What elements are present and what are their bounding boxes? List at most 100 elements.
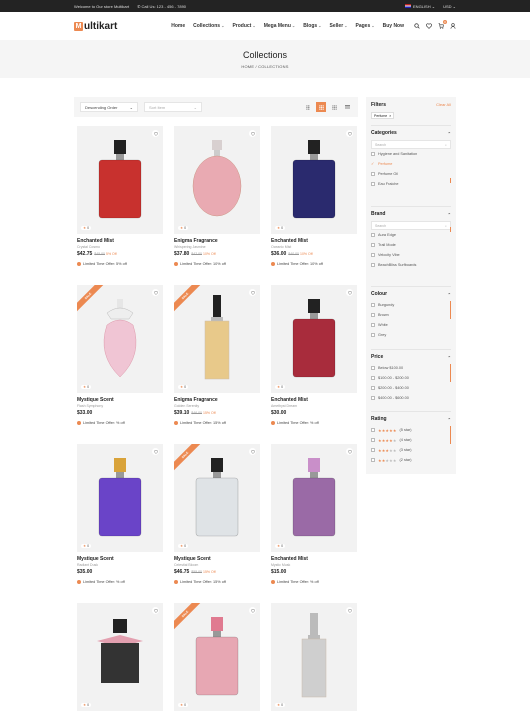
price-option[interactable]: $400.00 - $600.00 — [371, 393, 451, 403]
nav-item[interactable]: Blogs⌄ — [303, 23, 321, 29]
wishlist-heart-icon[interactable] — [346, 448, 353, 455]
wishlist-heart-icon[interactable] — [249, 130, 256, 137]
price-toggle[interactable]: Price ⌃ — [371, 354, 451, 360]
product-name[interactable]: Mystique Scent — [174, 556, 260, 562]
checkbox[interactable] — [371, 386, 375, 390]
product-image-wrap[interactable]: ★ 0 — [77, 603, 163, 711]
language-select[interactable]: ENGLISH ⌄ — [405, 4, 435, 9]
sort-order-select[interactable]: Descending Order ⌄ — [80, 102, 138, 112]
brand-option[interactable]: BeachBliss Surfboards — [371, 260, 451, 270]
product-name[interactable]: Enchanted Mist — [271, 556, 357, 562]
category-search-input[interactable]: Search ⌕ — [371, 140, 451, 149]
product-card[interactable]: ★ 0 Mystique Scent Radiant Dusk $35.00 Limit… — [77, 444, 163, 584]
wishlist-heart-icon[interactable] — [152, 448, 159, 455]
product-image-wrap[interactable]: ★ 0 — [271, 603, 357, 711]
nav-item[interactable]: Buy Now — [383, 23, 404, 29]
product-name[interactable]: Mystique Scent — [77, 397, 163, 403]
product-card[interactable]: SALE ★ 0 Mystique Scent Celestial Bloom $46.… — [174, 444, 260, 584]
product-image-wrap[interactable]: SALE ★ 0 — [174, 603, 260, 711]
rating-option[interactable]: ★★★★★ (3 star) — [371, 445, 451, 455]
product-image-wrap[interactable]: SALE ★ 0 — [77, 285, 163, 393]
rating-option[interactable]: ★★★★★ (5 star) — [371, 425, 451, 435]
checkbox[interactable] — [371, 376, 375, 380]
product-name[interactable]: Enigma Fragrance — [174, 238, 260, 244]
nav-item[interactable]: Pages⌄ — [356, 23, 375, 29]
colour-toggle[interactable]: Colour ⌃ — [371, 291, 451, 297]
wishlist-icon[interactable] — [426, 23, 432, 29]
brand-search-input[interactable]: Search ⌕ — [371, 221, 451, 230]
search-icon[interactable] — [414, 23, 420, 29]
logo[interactable]: M ultikart — [74, 21, 117, 32]
checkbox[interactable]: ✓ — [371, 162, 375, 166]
checkbox[interactable] — [371, 303, 375, 307]
checkbox[interactable] — [371, 172, 375, 176]
grid-2-view-button[interactable] — [303, 102, 313, 112]
product-card[interactable]: ★ 0 Enchanted Mist Amethyst Dream $30.00 Lim… — [271, 285, 357, 425]
checkbox[interactable] — [371, 333, 375, 337]
colour-option[interactable]: White — [371, 320, 451, 330]
wishlist-heart-icon[interactable] — [346, 607, 353, 614]
checkbox[interactable] — [371, 263, 375, 267]
product-name[interactable]: Mystique Scent — [77, 556, 163, 562]
checkbox[interactable] — [371, 438, 375, 442]
product-card[interactable]: ★ 0 Enchanted Mist Crystal Cosmo $42.75 $45.… — [77, 126, 163, 266]
product-image-wrap[interactable]: ★ 0 — [271, 126, 357, 234]
wishlist-heart-icon[interactable] — [346, 289, 353, 296]
nav-item[interactable]: Mega Menu⌄ — [264, 23, 296, 29]
category-option[interactable]: Eau Fraiche — [371, 179, 451, 189]
checkbox[interactable] — [371, 396, 375, 400]
price-option[interactable]: $200.00 - $400.00 — [371, 383, 451, 393]
product-card[interactable]: SALE ★ 0 Enigma Fragrance Golden Serenity $3… — [174, 285, 260, 425]
product-image-wrap[interactable]: ★ 0 — [77, 444, 163, 552]
wishlist-heart-icon[interactable] — [152, 289, 159, 296]
nav-item[interactable]: Product⌄ — [232, 23, 255, 29]
product-name[interactable]: Enchanted Mist — [271, 397, 357, 403]
nav-item[interactable]: Seller⌄ — [330, 23, 348, 29]
list-view-button[interactable] — [342, 102, 352, 112]
nav-item[interactable]: Collections⌄ — [193, 23, 224, 29]
product-image-wrap[interactable]: SALE ★ 0 — [174, 444, 260, 552]
brand-option[interactable]: Velocity Vibe — [371, 250, 451, 260]
category-option[interactable]: Perfume Oil — [371, 169, 451, 179]
price-option[interactable]: $100.00 - $200.00 — [371, 373, 451, 383]
categories-toggle[interactable]: Categories ⌃ — [371, 130, 451, 136]
product-image-wrap[interactable]: ★ 0 — [271, 285, 357, 393]
colour-option[interactable]: Grey — [371, 330, 451, 340]
clear-all-link[interactable]: Clear All — [436, 102, 451, 108]
close-icon[interactable]: × — [389, 114, 391, 118]
active-filter-chip[interactable]: Perfume × — [371, 112, 395, 119]
rating-option[interactable]: ★★★★★ (4 star) — [371, 435, 451, 445]
checkbox[interactable] — [371, 233, 375, 237]
currency-select[interactable]: USD ⌄ — [443, 4, 456, 9]
grid-3-view-button[interactable] — [316, 102, 326, 112]
wishlist-heart-icon[interactable] — [152, 130, 159, 137]
wishlist-heart-icon[interactable] — [152, 607, 159, 614]
checkbox[interactable] — [371, 323, 375, 327]
price-scrollbar[interactable] — [450, 364, 451, 382]
checkbox[interactable] — [371, 182, 375, 186]
category-scrollbar[interactable] — [450, 178, 451, 183]
product-card[interactable]: SALE ★ 0 — [174, 603, 260, 711]
breadcrumb[interactable]: HOME / COLLECTIONS — [0, 64, 530, 69]
brand-toggle[interactable]: Brand ⌃ — [371, 211, 451, 217]
checkbox[interactable] — [371, 152, 375, 156]
cart-icon[interactable]: 0 — [438, 20, 447, 29]
product-name[interactable]: Enchanted Mist — [77, 238, 163, 244]
colour-option[interactable]: Brown — [371, 310, 451, 320]
sort-item-select[interactable]: Sort Item ⌄ — [144, 102, 202, 112]
wishlist-heart-icon[interactable] — [249, 607, 256, 614]
checkbox[interactable] — [371, 313, 375, 317]
product-card[interactable]: ★ 0 Enchanted Mist Oceanic Mist $36.00 $40.0… — [271, 126, 357, 266]
product-name[interactable]: Enchanted Mist — [271, 238, 357, 244]
checkbox[interactable] — [371, 448, 375, 452]
product-image-wrap[interactable]: ★ 0 — [271, 444, 357, 552]
rating-option[interactable]: ★★★★★ (2 star) — [371, 455, 451, 465]
product-card[interactable]: ★ 0 Enigma Fragrance Whispering Jasmine $37… — [174, 126, 260, 266]
product-card[interactable]: ★ 0 — [271, 603, 357, 711]
user-icon[interactable] — [450, 23, 456, 29]
product-name[interactable]: Enigma Fragrance — [174, 397, 260, 403]
product-image-wrap[interactable]: SALE ★ 0 — [174, 285, 260, 393]
brand-option[interactable]: Trail Mode — [371, 240, 451, 250]
checkbox[interactable] — [371, 366, 375, 370]
checkbox[interactable] — [371, 253, 375, 257]
